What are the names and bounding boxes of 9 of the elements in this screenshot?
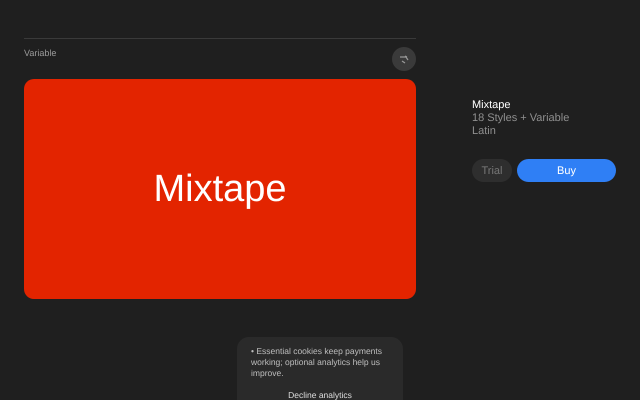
font-name: Mixtape xyxy=(472,99,512,112)
buy-button[interactable]: Buy xyxy=(517,159,616,182)
styles-count: 18 Styles + Variable xyxy=(472,112,570,125)
trial-button[interactable]: Trial xyxy=(472,159,512,182)
cookie-message: • Essential cookies keep payments working; optional analytics help us improve. xyxy=(251,346,384,379)
variable-label: Variable xyxy=(24,48,56,58)
sample-text: Mixtape xyxy=(153,168,287,210)
decline-analytics-button[interactable]: Decline analytics xyxy=(288,390,352,400)
script-label: Latin xyxy=(472,125,497,138)
